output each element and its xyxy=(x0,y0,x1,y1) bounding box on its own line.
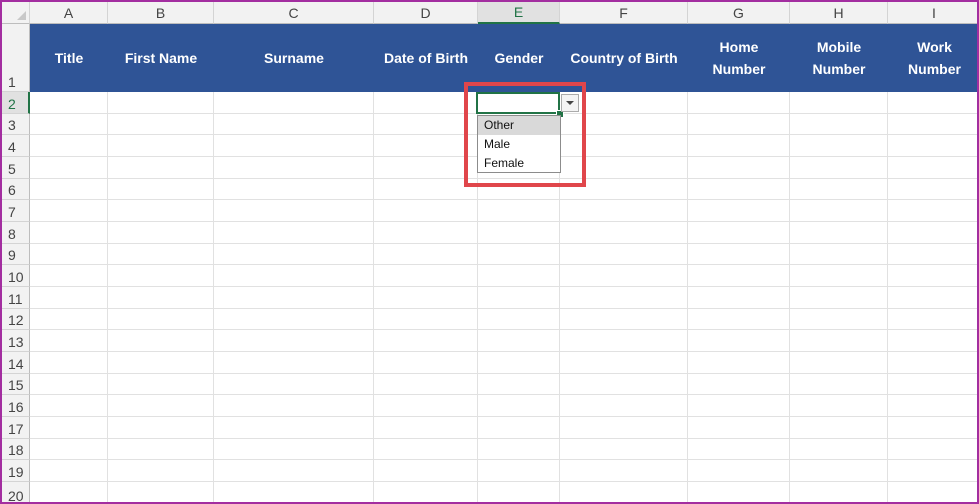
header-cell-mobile-number[interactable]: Mobile Number xyxy=(790,24,888,92)
gridline xyxy=(213,92,214,502)
row-header-8[interactable]: 8 xyxy=(2,222,30,244)
header-cell-home-number[interactable]: Home Number xyxy=(688,24,790,92)
header-cell-title[interactable]: Title xyxy=(30,24,108,92)
row-header-7[interactable]: 7 xyxy=(2,200,30,222)
column-header-b[interactable]: B xyxy=(108,2,214,24)
gridline xyxy=(30,329,977,330)
column-header-i[interactable]: I xyxy=(888,2,977,24)
row-header-6[interactable]: 6 xyxy=(2,179,30,200)
row-header-20[interactable]: 20 xyxy=(2,482,30,502)
column-header-d[interactable]: D xyxy=(374,2,478,24)
column-header-c[interactable]: C xyxy=(214,2,374,24)
row-header-18[interactable]: 18 xyxy=(2,439,30,460)
row-header-11[interactable]: 11 xyxy=(2,287,30,309)
row-header-14[interactable]: 14 xyxy=(2,352,30,374)
row-header-1[interactable]: 1 xyxy=(2,24,30,92)
gridline xyxy=(30,199,977,200)
gridline xyxy=(887,92,888,502)
row-header-10[interactable]: 10 xyxy=(2,265,30,287)
column-header-a[interactable]: A xyxy=(30,2,108,24)
column-header-h[interactable]: H xyxy=(790,2,888,24)
header-cell-first-name[interactable]: First Name xyxy=(108,24,214,92)
row-header-9[interactable]: 9 xyxy=(2,244,30,265)
gridline xyxy=(30,351,977,352)
highlight-callout-box xyxy=(464,82,586,187)
row-header-5[interactable]: 5 xyxy=(2,157,30,179)
row-header-13[interactable]: 13 xyxy=(2,330,30,352)
row-header-3[interactable]: 3 xyxy=(2,114,30,135)
column-header-f[interactable]: F xyxy=(560,2,688,24)
column-header-e[interactable]: E xyxy=(478,2,560,24)
gridline xyxy=(30,459,977,460)
gridline xyxy=(30,394,977,395)
header-cell-date-of-birth[interactable]: Date of Birth xyxy=(374,24,478,92)
gridline xyxy=(30,416,977,417)
gridline xyxy=(30,264,977,265)
header-cell-surname[interactable]: Surname xyxy=(214,24,374,92)
gridline xyxy=(30,221,977,222)
column-header-g[interactable]: G xyxy=(688,2,790,24)
gridline xyxy=(687,92,688,502)
select-all-button[interactable] xyxy=(2,2,30,24)
gridline xyxy=(107,92,108,502)
row-header-15[interactable]: 15 xyxy=(2,374,30,395)
header-cell-work-number[interactable]: Work Number xyxy=(888,24,977,92)
row-header-12[interactable]: 12 xyxy=(2,309,30,330)
row-header-2[interactable]: 2 xyxy=(2,92,30,114)
row-header-17[interactable]: 17 xyxy=(2,417,30,439)
spreadsheet-window: A B C D E F G H I Title First Name Surna… xyxy=(0,0,979,504)
gridline xyxy=(30,481,977,482)
gridline xyxy=(373,92,374,502)
gridline xyxy=(30,286,977,287)
gridline xyxy=(30,308,977,309)
row-header-4[interactable]: 4 xyxy=(2,135,30,157)
row-header-19[interactable]: 19 xyxy=(2,460,30,482)
gridline xyxy=(30,243,977,244)
gridline xyxy=(30,373,977,374)
gridline xyxy=(30,438,977,439)
gridline xyxy=(789,92,790,502)
row-header-16[interactable]: 16 xyxy=(2,395,30,417)
